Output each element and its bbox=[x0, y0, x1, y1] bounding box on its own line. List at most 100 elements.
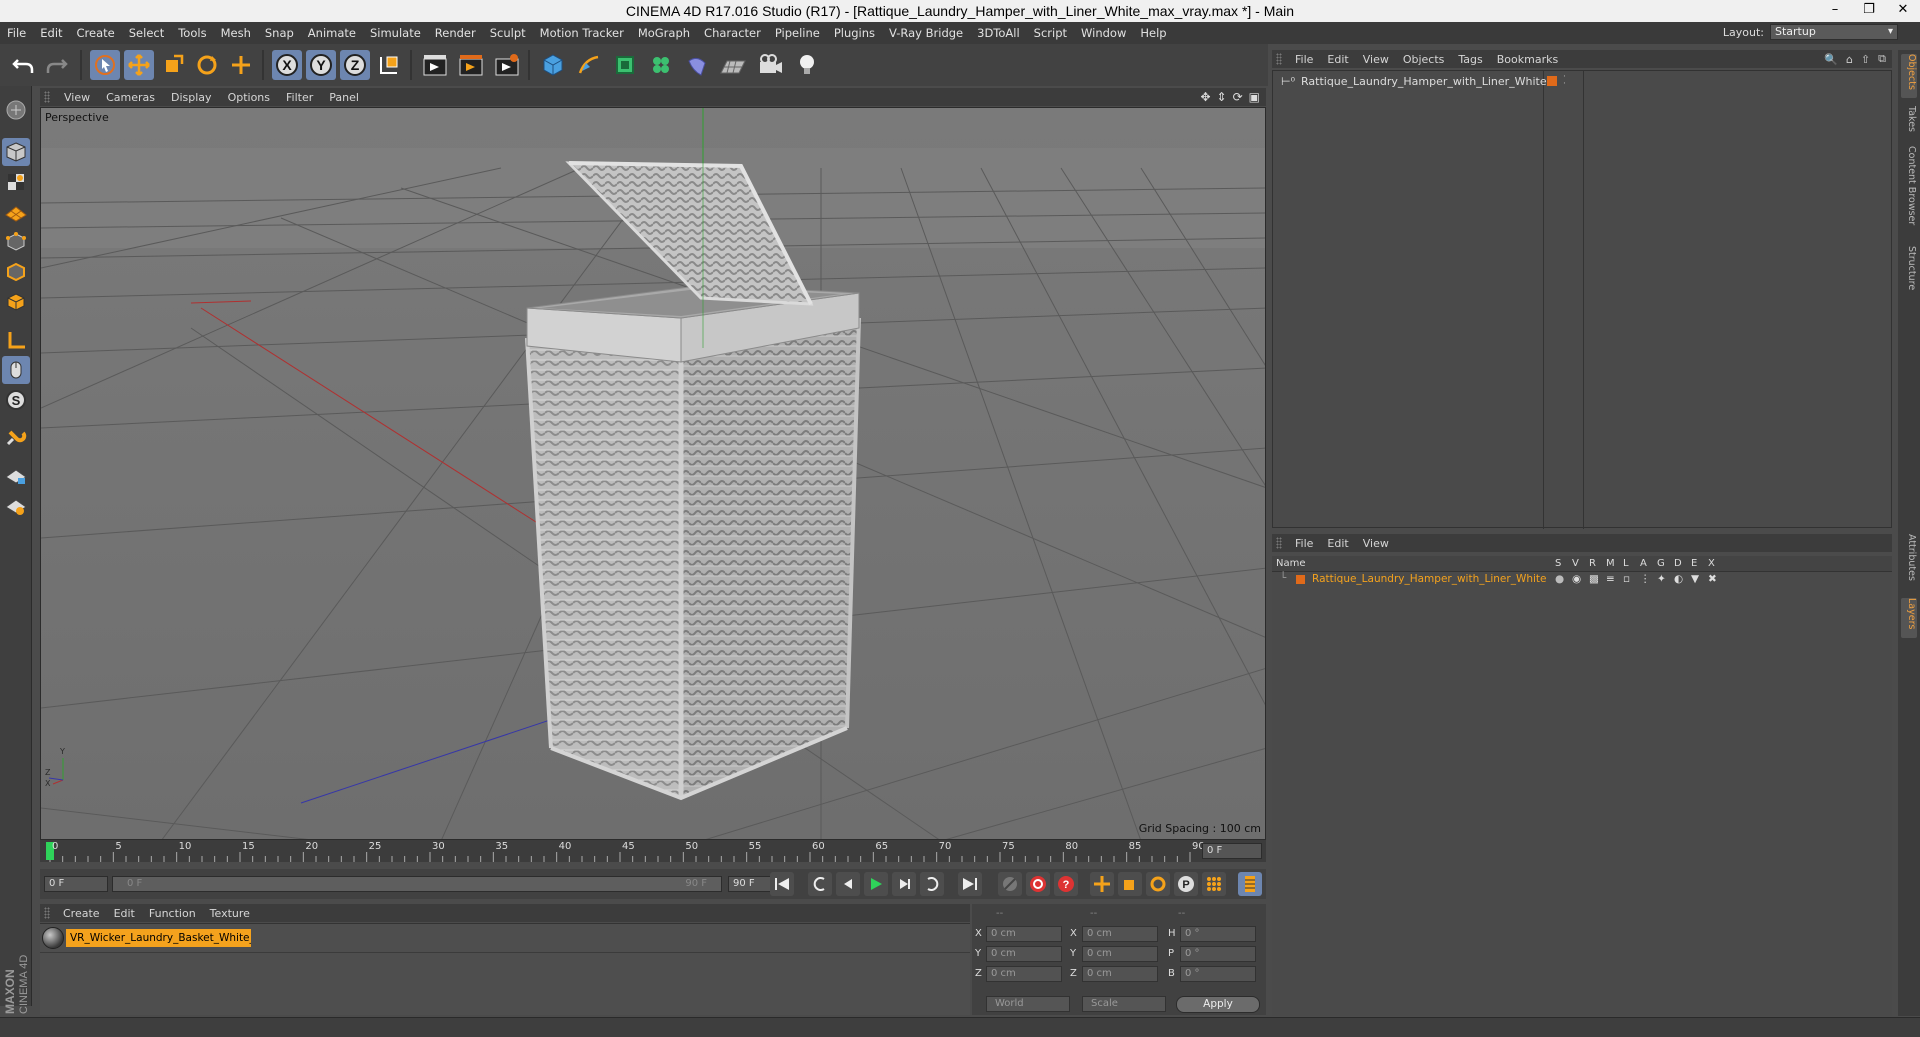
object-new-view-icon[interactable]: ⧉ bbox=[1874, 52, 1892, 66]
play-icon[interactable] bbox=[864, 872, 888, 896]
tab-layers[interactable]: Layers bbox=[1901, 598, 1917, 638]
layer-color-swatch[interactable] bbox=[1296, 575, 1305, 584]
menu-character[interactable]: Character bbox=[697, 26, 768, 40]
object-menu-edit[interactable]: Edit bbox=[1320, 53, 1355, 66]
layer-view-icon[interactable]: ◉ bbox=[1572, 573, 1581, 585]
menu-motion-tracker[interactable]: Motion Tracker bbox=[533, 26, 631, 40]
layer-lock-icon[interactable]: ▫ bbox=[1623, 573, 1630, 585]
record-disabled-icon[interactable] bbox=[998, 872, 1022, 896]
layer-menu-view[interactable]: View bbox=[1356, 537, 1396, 550]
menu-edit[interactable]: Edit bbox=[33, 26, 69, 40]
menu-render[interactable]: Render bbox=[428, 26, 483, 40]
x-axis-icon[interactable]: X bbox=[272, 50, 302, 80]
select-pointer-icon[interactable] bbox=[90, 50, 120, 80]
layer-col-manager[interactable]: M bbox=[1606, 558, 1615, 569]
workplane-snap-icon[interactable] bbox=[2, 492, 30, 520]
key-scale-icon[interactable] bbox=[1118, 872, 1142, 896]
key-parameter-icon[interactable]: P bbox=[1174, 872, 1198, 896]
layer-menu-file[interactable]: File bbox=[1288, 537, 1320, 550]
redo-icon[interactable] bbox=[42, 50, 72, 80]
menu-tools[interactable]: Tools bbox=[171, 26, 213, 40]
subdivision-icon[interactable] bbox=[610, 50, 640, 80]
layer-deformers-icon[interactable]: ◐ bbox=[1674, 573, 1683, 585]
layer-col-render[interactable]: R bbox=[1589, 558, 1596, 569]
position-x-field[interactable]: 0 cm bbox=[986, 926, 1062, 942]
deformer-icon[interactable] bbox=[682, 50, 712, 80]
viewport-menu-options[interactable]: Options bbox=[220, 91, 278, 104]
next-key-icon[interactable] bbox=[920, 872, 944, 896]
scale-icon[interactable] bbox=[158, 50, 188, 80]
record-active-icon[interactable] bbox=[1026, 872, 1050, 896]
tab-objects[interactable]: Objects bbox=[1901, 54, 1917, 98]
layer-col-view[interactable]: V bbox=[1572, 558, 1579, 569]
timeline-layout-icon[interactable] bbox=[1238, 872, 1262, 896]
render-settings-icon[interactable] bbox=[492, 50, 522, 80]
layer-render-icon[interactable]: ▩ bbox=[1589, 573, 1599, 585]
menu-script[interactable]: Script bbox=[1027, 26, 1074, 40]
position-y-field[interactable]: 0 cm bbox=[986, 946, 1062, 962]
menu-pipeline[interactable]: Pipeline bbox=[768, 26, 827, 40]
key-pla-icon[interactable] bbox=[1202, 872, 1226, 896]
layer-col-animation[interactable]: A bbox=[1640, 558, 1647, 569]
minimize-icon[interactable]: – bbox=[1818, 0, 1852, 22]
object-menu-file[interactable]: File bbox=[1288, 53, 1320, 66]
material-menu-edit[interactable]: Edit bbox=[107, 907, 142, 920]
menu-help[interactable]: Help bbox=[1133, 26, 1173, 40]
layout-dropdown[interactable]: Startup bbox=[1770, 24, 1898, 40]
polygons-mode-icon[interactable] bbox=[2, 288, 30, 316]
layer-expressions-icon[interactable]: ▼ bbox=[1691, 573, 1699, 585]
undo-icon[interactable] bbox=[8, 50, 38, 80]
workplane-lock-icon[interactable] bbox=[2, 462, 30, 490]
axis-mode-icon[interactable] bbox=[2, 326, 30, 354]
key-rotation-icon[interactable] bbox=[1146, 872, 1170, 896]
coordinate-system-icon[interactable] bbox=[374, 50, 404, 80]
rotation-p-field[interactable]: 0 ° bbox=[1180, 946, 1256, 962]
menu-snap[interactable]: Snap bbox=[258, 26, 301, 40]
size-z-field[interactable]: 0 cm bbox=[1082, 966, 1158, 982]
object-row[interactable]: ⊢⁰ Rattique_Laundry_Hamper_with_Liner_Wh… bbox=[1273, 73, 1891, 89]
workplane-icon[interactable] bbox=[2, 198, 30, 226]
rotation-h-field[interactable]: 0 ° bbox=[1180, 926, 1256, 942]
apply-button[interactable]: Apply bbox=[1176, 996, 1260, 1013]
material-item[interactable]: VR_Wicker_Laundry_Basket_White_ bbox=[40, 926, 251, 950]
previous-key-icon[interactable] bbox=[808, 872, 832, 896]
render-picture-viewer-icon[interactable] bbox=[456, 50, 486, 80]
object-menu-objects[interactable]: Objects bbox=[1396, 53, 1452, 66]
menu-file[interactable]: File bbox=[0, 26, 33, 40]
menu-create[interactable]: Create bbox=[70, 26, 122, 40]
menu-3dtoall[interactable]: 3DToAll bbox=[970, 26, 1027, 40]
layer-col-deformers[interactable]: D bbox=[1674, 558, 1682, 569]
magnet-icon[interactable] bbox=[2, 424, 30, 452]
object-name[interactable]: Rattique_Laundry_Hamper_with_Liner_White bbox=[1301, 75, 1547, 88]
menu-vray-bridge[interactable]: V-Ray Bridge bbox=[882, 26, 970, 40]
snap-icon[interactable]: S bbox=[2, 386, 30, 414]
move-icon[interactable] bbox=[124, 50, 154, 80]
object-layer-color-icon[interactable] bbox=[1547, 76, 1557, 86]
render-view-icon[interactable] bbox=[420, 50, 450, 80]
frame-range-slider[interactable]: 0 F 90 F bbox=[112, 876, 722, 892]
menu-mesh[interactable]: Mesh bbox=[214, 26, 258, 40]
cloner-icon[interactable] bbox=[646, 50, 676, 80]
z-axis-icon[interactable]: Z bbox=[340, 50, 370, 80]
viewport-nav-move-icon[interactable]: ✥ bbox=[1197, 90, 1213, 104]
timeline-ruler[interactable]: 0 5 10 15 20 25 30 35 40 45 50 55 60 65 70 75 80 85 90 0 F bbox=[40, 840, 1266, 862]
previous-frame-icon[interactable] bbox=[836, 872, 860, 896]
go-to-end-icon[interactable] bbox=[958, 872, 982, 896]
layer-menu-edit[interactable]: Edit bbox=[1320, 537, 1355, 550]
object-home-icon[interactable]: ⌂ bbox=[1842, 53, 1857, 66]
layer-col-solo[interactable]: S bbox=[1555, 558, 1561, 569]
next-frame-icon[interactable] bbox=[892, 872, 916, 896]
key-position-icon[interactable] bbox=[1090, 872, 1114, 896]
camera-icon[interactable] bbox=[756, 50, 786, 80]
object-visibility-dots-icon[interactable]: · · bbox=[1563, 73, 1566, 89]
object-menu-tags[interactable]: Tags bbox=[1451, 53, 1489, 66]
tab-takes[interactable]: Takes bbox=[1901, 106, 1917, 138]
tab-structure[interactable]: Structure bbox=[1901, 246, 1917, 296]
tab-content-browser[interactable]: Content Browser bbox=[1901, 146, 1917, 236]
viewport-menu-cameras[interactable]: Cameras bbox=[98, 91, 163, 104]
pen-icon[interactable] bbox=[574, 50, 604, 80]
y-axis-icon[interactable]: Y bbox=[306, 50, 336, 80]
position-z-field[interactable]: 0 cm bbox=[986, 966, 1062, 982]
model-mode-icon[interactable] bbox=[2, 138, 30, 166]
edges-mode-icon[interactable] bbox=[2, 258, 30, 286]
